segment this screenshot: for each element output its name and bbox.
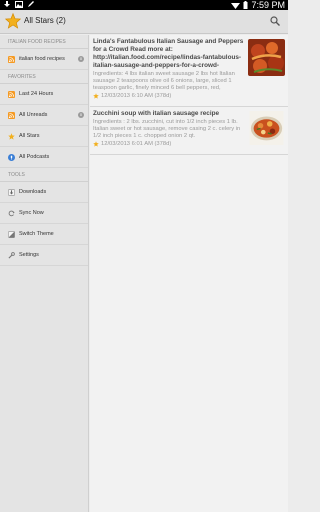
sync-icon [8, 210, 15, 216]
sidebar-item-all-podcasts[interactable]: All Podcasts [0, 147, 88, 168]
article-item[interactable]: Zucchini soup with italian sausage recip… [90, 107, 288, 155]
image-icon [15, 1, 23, 8]
sidebar-item-label: Switch Theme [19, 231, 54, 237]
section-header-favorites: FAVORITES [0, 70, 88, 84]
sidebar-item-switch-theme[interactable]: Switch Theme [0, 224, 88, 245]
podcast-icon [8, 153, 15, 161]
unread-count-badge: 0 [78, 56, 84, 62]
article-summary: Ingredients : 2 lbs. zucchini, cut into … [93, 119, 241, 139]
status-notifications [3, 1, 35, 8]
battery-icon [243, 1, 248, 9]
sidebar-item-all-unreads[interactable]: All Unreads 0 [0, 105, 88, 126]
unread-count-badge: 0 [78, 112, 84, 118]
rss-icon [8, 55, 15, 63]
star-icon [8, 132, 15, 140]
rss-icon [8, 111, 15, 119]
star-icon[interactable] [93, 141, 99, 147]
sidebar-item-all-stars[interactable]: All Stars [0, 126, 88, 147]
article-thumbnail [248, 39, 285, 76]
sidebar-item-downloads[interactable]: Downloads [0, 182, 88, 203]
article-date: 12/03/2013 6:01 AM (378d) [101, 141, 172, 147]
sidebar-item-label: Settings [19, 252, 39, 258]
sidebar-item-label: All Podcasts [19, 154, 50, 160]
article-date: 12/03/2013 6:10 AM (378d) [101, 93, 172, 99]
status-bar: 7:59 PM [0, 0, 288, 10]
star-icon[interactable] [5, 12, 21, 30]
action-bar: All Stars (2) [0, 10, 288, 34]
download-icon [4, 1, 10, 7]
sidebar-item-last-24-hours[interactable]: Last 24 Hours [0, 84, 88, 105]
download-icon [8, 188, 15, 196]
sidebar-item-label: italian food recipes [19, 56, 65, 62]
article-text: Zucchini soup with italian sausage recip… [93, 110, 247, 148]
wrench-icon [8, 251, 15, 259]
article-meta: 12/03/2013 6:10 AM (378d) [93, 92, 247, 100]
article-title: Zucchini soup with italian sausage recip… [93, 110, 220, 117]
star-icon[interactable] [93, 93, 99, 99]
page-title: All Stars (2) [24, 16, 66, 25]
status-time: 7:59 PM [251, 0, 285, 10]
article-item[interactable]: Linda's Fantabulous Italian Sausage and … [90, 35, 288, 107]
sidebar-item-sync-now[interactable]: Sync Now [0, 203, 88, 224]
sidebar-item-settings[interactable]: Settings [0, 245, 88, 266]
wifi-icon [231, 3, 241, 9]
sidebar-item-label: All Stars [19, 133, 40, 139]
article-list: Linda's Fantabulous Italian Sausage and … [90, 35, 288, 512]
sidebar-item-label: Downloads [19, 189, 47, 195]
search-icon[interactable] [270, 16, 280, 26]
article-meta: 12/03/2013 6:01 AM (378d) [93, 140, 247, 148]
sidebar-item-label: Last 24 Hours [19, 91, 54, 97]
edit-icon [28, 1, 34, 7]
sidebar-item-label: All Unreads [19, 112, 48, 118]
article-text: Linda's Fantabulous Italian Sausage and … [93, 38, 247, 100]
article-thumbnail [249, 111, 284, 145]
status-indicators: 7:59 PM [231, 0, 285, 10]
article-summary: Ingredients: 4 lbs italian sweet sausage… [93, 71, 235, 91]
sidebar-item-label: Sync Now [19, 210, 44, 216]
section-header-feeds: ITALIAN FOOD RECIPES [0, 35, 88, 49]
section-header-tools: TOOLS [0, 168, 88, 182]
sidebar: ITALIAN FOOD RECIPES italian food recipe… [0, 35, 89, 512]
sidebar-item-italian-food-recipes[interactable]: italian food recipes 0 [0, 49, 88, 70]
rss-icon [8, 90, 15, 98]
article-title: Linda's Fantabulous Italian Sausage and … [93, 38, 244, 69]
theme-icon [8, 230, 15, 238]
